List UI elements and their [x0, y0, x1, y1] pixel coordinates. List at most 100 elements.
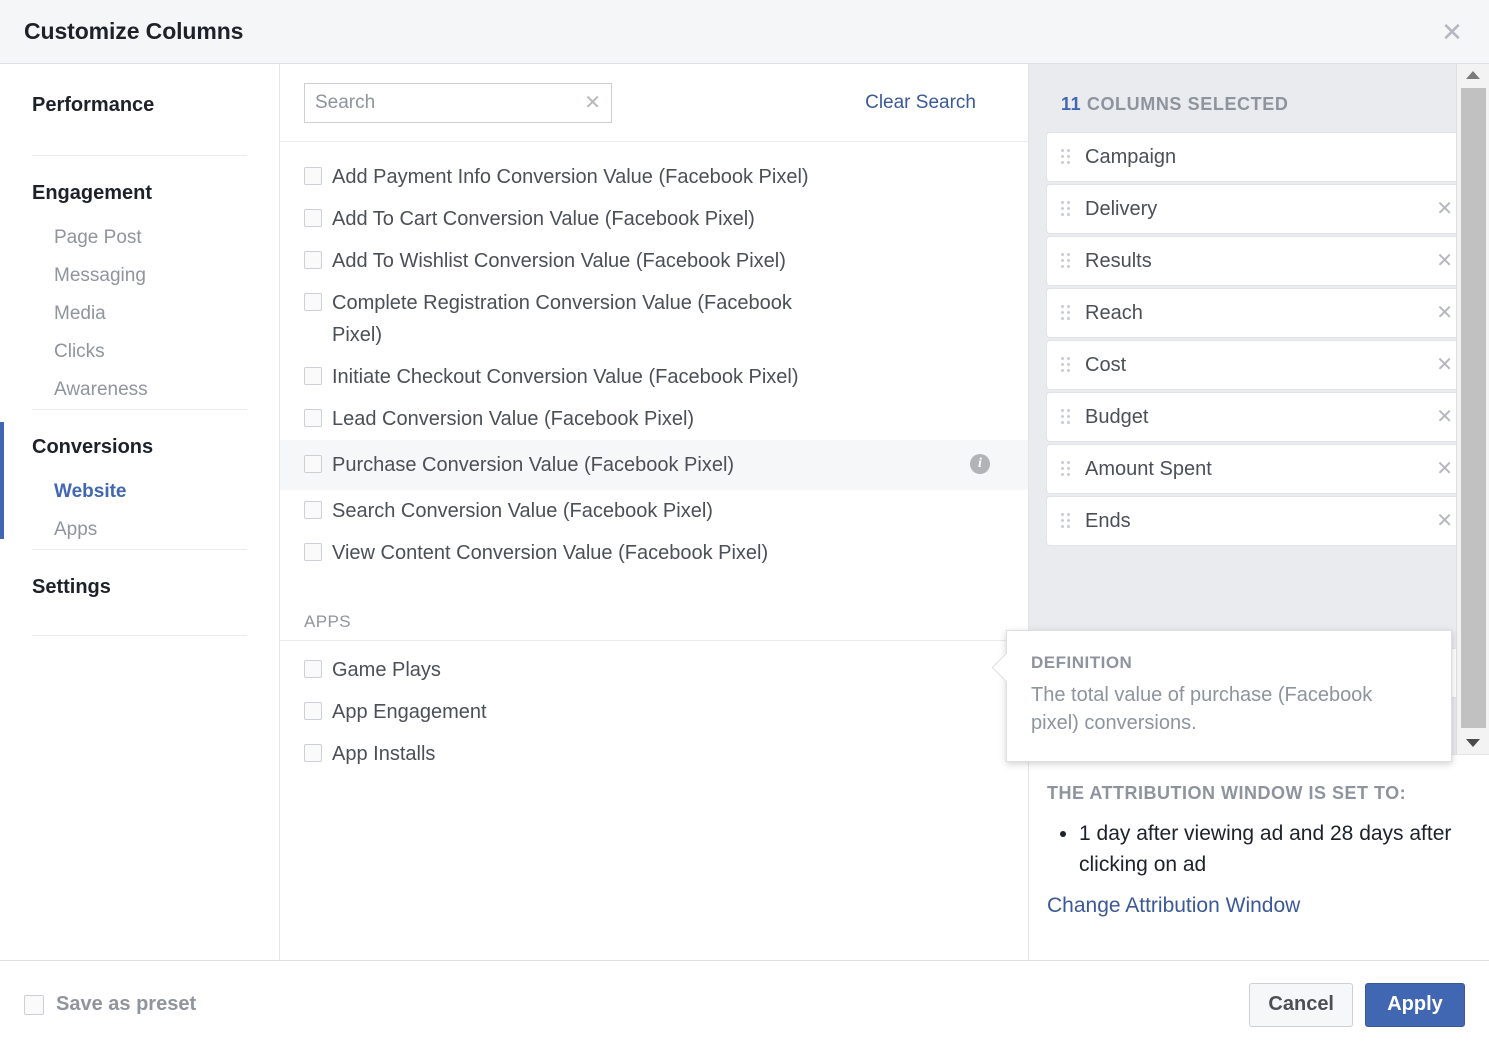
page-title: Customize Columns [24, 18, 243, 45]
selected-column-chip[interactable]: Campaign [1047, 133, 1471, 181]
option-checkbox[interactable] [304, 455, 322, 473]
attribution-section: THE ATTRIBUTION WINDOW IS SET TO: 1 day … [1029, 754, 1489, 960]
selected-column-chip[interactable]: Delivery ✕ [1047, 185, 1471, 233]
selected-column-chip[interactable]: Amount Spent ✕ [1047, 445, 1471, 493]
option-checkbox[interactable] [304, 167, 322, 185]
option-checkbox[interactable] [304, 251, 322, 269]
drag-handle-icon[interactable] [1061, 149, 1073, 165]
option-row-purchase-conversion-value[interactable]: Purchase Conversion Value (Facebook Pixe… [280, 440, 1028, 490]
option-checkbox[interactable] [304, 209, 322, 227]
selected-column-chip[interactable]: Cost ✕ [1047, 341, 1471, 389]
option-row[interactable]: Add To Wishlist Conversion Value (Facebo… [280, 240, 1028, 282]
remove-column-icon[interactable]: ✕ [1432, 351, 1457, 379]
selected-column-chip[interactable]: Ends ✕ [1047, 497, 1471, 545]
drag-handle-icon[interactable] [1061, 513, 1073, 529]
sidebar-group-settings: Settings [32, 550, 247, 636]
option-label: Complete Registration Conversion Value (… [332, 287, 832, 351]
clear-search-link[interactable]: Clear Search [865, 92, 1004, 114]
apply-button[interactable]: Apply [1365, 983, 1465, 1027]
list-item: 1 day after viewing ad and 28 days after… [1079, 818, 1455, 880]
sidebar-item-conversions[interactable]: Conversions [32, 410, 247, 473]
selected-column-chip[interactable]: Results ✕ [1047, 237, 1471, 285]
option-checkbox[interactable] [304, 702, 322, 720]
close-icon[interactable]: ✕ [1437, 17, 1467, 47]
option-row[interactable]: App Installs [280, 733, 1028, 775]
sidebar-item-apps[interactable]: Apps [32, 511, 247, 549]
save-as-preset-toggle[interactable]: Save as preset [24, 993, 196, 1016]
drag-handle-icon[interactable] [1061, 357, 1073, 373]
remove-column-icon[interactable]: ✕ [1432, 455, 1457, 483]
sidebar-item-performance[interactable]: Performance [32, 64, 247, 155]
chip-label: Results [1085, 250, 1152, 273]
chip-label: Reach [1085, 302, 1143, 325]
remove-column-icon[interactable]: ✕ [1432, 247, 1457, 275]
option-row[interactable]: Game Plays [280, 649, 1028, 691]
option-label: Search Conversion Value (Facebook Pixel) [332, 495, 713, 527]
remove-column-icon[interactable]: ✕ [1432, 195, 1457, 223]
drag-handle-icon[interactable] [1061, 461, 1073, 477]
sidebar-item-clicks[interactable]: Clicks [32, 333, 247, 371]
drag-handle-icon[interactable] [1061, 201, 1073, 217]
options-column: ✕ Clear Search Add Payment Info Conversi… [280, 64, 1029, 960]
sidebar-item-page-post[interactable]: Page Post [32, 219, 247, 257]
option-row[interactable]: Lead Conversion Value (Facebook Pixel) [280, 398, 1028, 440]
drag-handle-icon[interactable] [1061, 305, 1073, 321]
scroll-up-icon[interactable] [1457, 64, 1489, 86]
option-checkbox[interactable] [304, 744, 322, 762]
option-row[interactable]: App Engagement [280, 691, 1028, 733]
sidebar-group-conversions: Conversions Website Apps [32, 410, 247, 550]
info-icon[interactable]: i [970, 454, 990, 474]
option-label: App Engagement [332, 696, 487, 728]
option-checkbox[interactable] [304, 543, 322, 561]
option-checkbox[interactable] [304, 293, 322, 311]
scroll-down-icon[interactable] [1457, 732, 1489, 754]
sidebar-item-settings[interactable]: Settings [32, 550, 247, 635]
sidebar-item-messaging[interactable]: Messaging [32, 257, 247, 295]
sidebar-item-media[interactable]: Media [32, 295, 247, 333]
sidebar-item-engagement[interactable]: Engagement [32, 156, 247, 219]
cancel-button[interactable]: Cancel [1249, 983, 1353, 1027]
sidebar: Performance Engagement Page Post Messagi… [0, 64, 280, 960]
option-checkbox[interactable] [304, 501, 322, 519]
option-label: Initiate Checkout Conversion Value (Face… [332, 361, 799, 393]
clear-icon[interactable]: ✕ [584, 93, 601, 113]
sidebar-group-performance: Performance [32, 64, 247, 156]
selected-column-chip[interactable]: Reach ✕ [1047, 289, 1471, 337]
dialog-footer: Save as preset Cancel Apply [0, 960, 1489, 1048]
scrollbar[interactable] [1456, 64, 1489, 754]
option-row[interactable]: Initiate Checkout Conversion Value (Face… [280, 356, 1028, 398]
chip-label: Cost [1085, 354, 1126, 377]
option-label: Add Payment Info Conversion Value (Faceb… [332, 161, 809, 193]
chip-label: Ends [1085, 510, 1131, 533]
option-label: App Installs [332, 738, 435, 770]
search-box[interactable]: ✕ [304, 83, 612, 123]
option-checkbox[interactable] [304, 367, 322, 385]
selected-count-label: COLUMNS SELECTED [1087, 94, 1289, 114]
search-input[interactable] [305, 84, 611, 122]
chip-label: Campaign [1085, 146, 1176, 169]
option-checkbox[interactable] [304, 660, 322, 678]
option-row[interactable]: View Content Conversion Value (Facebook … [280, 532, 1028, 574]
option-label: Lead Conversion Value (Facebook Pixel) [332, 403, 694, 435]
attribution-heading: THE ATTRIBUTION WINDOW IS SET TO: [1047, 783, 1455, 804]
option-row[interactable]: Complete Registration Conversion Value (… [280, 282, 1028, 356]
option-row[interactable]: Search Conversion Value (Facebook Pixel) [280, 490, 1028, 532]
remove-column-icon[interactable]: ✕ [1432, 507, 1457, 535]
scrollbar-thumb[interactable] [1461, 88, 1486, 728]
sidebar-item-awareness[interactable]: Awareness [32, 371, 247, 409]
tooltip-text: The total value of purchase (Facebook pi… [1031, 681, 1425, 737]
option-row[interactable]: Add To Cart Conversion Value (Facebook P… [280, 198, 1028, 240]
sidebar-group-engagement: Engagement Page Post Messaging Media Cli… [32, 156, 247, 410]
apps-section: APPS [280, 574, 1008, 641]
option-label: Add To Cart Conversion Value (Facebook P… [332, 203, 755, 235]
change-attribution-window-link[interactable]: Change Attribution Window [1047, 894, 1455, 918]
drag-handle-icon[interactable] [1061, 253, 1073, 269]
sidebar-item-website[interactable]: Website [32, 473, 247, 511]
remove-column-icon[interactable]: ✕ [1432, 403, 1457, 431]
drag-handle-icon[interactable] [1061, 409, 1073, 425]
option-row[interactable]: Add Payment Info Conversion Value (Faceb… [280, 156, 1028, 198]
option-checkbox[interactable] [304, 409, 322, 427]
selected-column-chip[interactable]: Budget ✕ [1047, 393, 1471, 441]
remove-column-icon[interactable]: ✕ [1432, 299, 1457, 327]
save-as-preset-checkbox[interactable] [24, 995, 44, 1015]
